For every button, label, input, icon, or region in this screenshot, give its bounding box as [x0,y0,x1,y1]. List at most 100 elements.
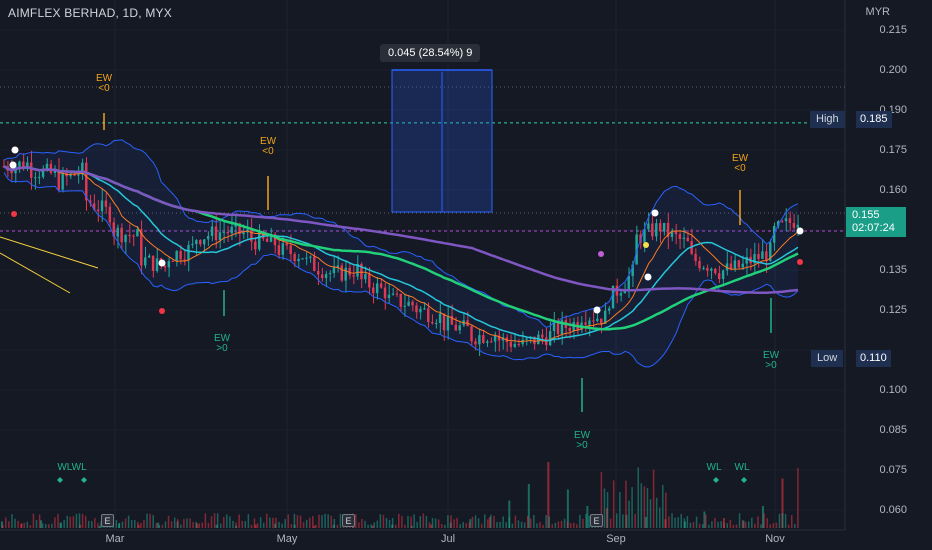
volume-bar [305,519,308,528]
volume-bar [619,492,621,528]
volume-bar [361,518,363,528]
volume-bar [275,517,277,528]
volume-bar [155,522,157,528]
volume-bar [741,520,744,528]
volume-bar [115,519,118,528]
volume-bar [612,480,615,528]
volume-bar [23,522,25,528]
volume-bar [149,513,151,528]
volume-bar [57,513,59,528]
volume-bar [603,488,606,528]
volume-bar [711,521,713,528]
volume-bar [161,524,164,528]
volume-bar [269,517,271,528]
volume-bar [462,522,464,528]
x-tick: Jul [440,533,456,545]
volume-bar [453,519,455,528]
volume-bar [493,515,495,528]
volume-bar [164,521,167,528]
volume-bar [714,517,716,528]
volume-bar [468,522,471,528]
earnings-badge[interactable]: E [101,514,114,527]
volume-bar [219,523,222,528]
high-value: 0.185 [856,111,892,128]
volume-bar [748,521,750,528]
volume-bar [173,517,176,528]
volume-bar [732,524,735,528]
volume-bar [94,518,96,528]
volume-bar [692,521,695,528]
volume-bar [705,514,707,528]
x-tick: Nov [765,533,785,545]
volume-bar [790,515,793,528]
volume-bar [480,523,483,528]
volume-bar [431,518,434,528]
volume-bar [560,520,563,528]
signal-dot [159,308,165,314]
volume-bar [210,516,213,528]
volume-bar [536,523,538,528]
volume-bar [229,516,231,528]
volume-bar [505,522,507,528]
earnings-badge[interactable]: E [590,514,603,527]
volume-bar [441,523,443,528]
y-tick: 0.215 [879,24,907,36]
wl-label: WL [706,462,722,473]
volume-bar [385,517,388,528]
volume-bar [296,515,299,528]
volume-bar [548,516,550,528]
volume-bar [284,519,286,528]
volume-bar [266,513,268,528]
volume-bar [689,522,692,528]
volume-bar [253,518,256,528]
y-tick: 0.135 [879,264,907,276]
volume-bar [533,515,535,528]
volume-bar [152,515,154,528]
volume-bar [63,520,65,528]
volume-bar [557,521,560,528]
volume-bar [17,520,19,528]
volume-bar [416,521,418,528]
volume-bar [121,521,124,528]
volume-bar [628,500,630,528]
chart-root: AIMFLEX BERHAD, 1D, MYX MYR 0.215 0.200 … [0,0,932,550]
trend-line [0,252,71,294]
wl-marker [81,477,87,483]
volume-bar [422,513,425,528]
volume-bar [367,524,369,528]
wl-marker [713,477,719,483]
volume-bar [566,521,569,528]
volume-bar [371,525,374,528]
volume-bar [671,513,673,528]
volume-bar [680,513,682,528]
volume-bar [579,514,581,528]
volume-bar [616,513,618,528]
volume-bar [569,523,572,528]
volume-bar [180,524,182,528]
volume-bar [622,514,624,528]
volume-bar [459,524,461,528]
volume-bar [183,519,185,528]
volume-bar [551,524,554,528]
volume-bar [668,516,670,528]
volume-bar [327,514,329,528]
volume-bar [189,518,191,528]
volume-bar [262,522,265,528]
volume-bar [404,524,406,528]
volume-bar [708,524,710,528]
volume-bar [401,515,403,528]
volume-bar [158,524,161,528]
volume-bar [81,513,84,528]
y-tick: 0.125 [879,304,907,316]
volume-bar [735,524,738,528]
volume-bar [410,516,412,528]
volume-bar [523,522,526,528]
volume-bar [238,514,240,528]
volume-bar [751,517,753,528]
last-price: 0.155 [852,209,880,221]
earnings-badge[interactable]: E [342,514,355,527]
volume-bar [754,523,756,528]
volume-bar [665,492,667,528]
volume-bar [336,524,339,528]
volume-bar [542,524,544,528]
